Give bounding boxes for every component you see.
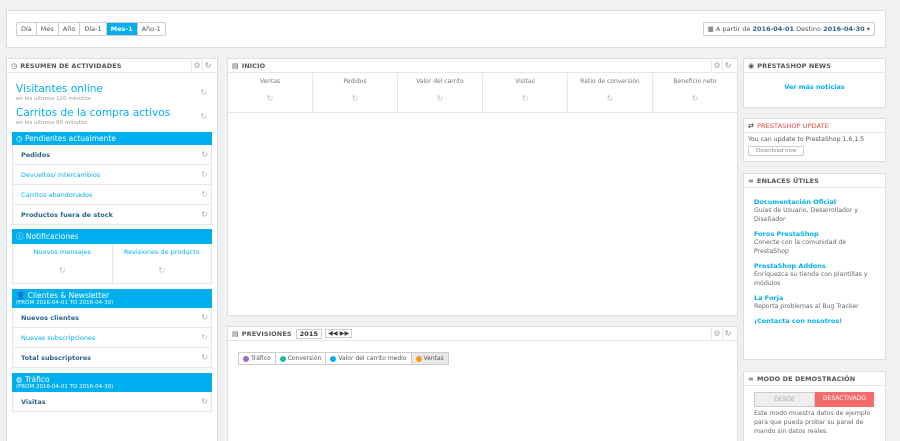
news-panel: ◉ PRESTASHOP NEWS Ver más noticias xyxy=(743,58,886,108)
range-prev-year-button[interactable]: Año-1 xyxy=(137,23,165,35)
traffic-list: Visitas ↻ xyxy=(12,392,212,412)
kpi-orders[interactable]: Pedidos ↻ xyxy=(313,73,398,112)
date-toolbar: Día Mes Año Día-1 Mes-1 Año-1 ▦ A partir… xyxy=(6,10,886,48)
clients-header: 👤 Clientes & Newsletter (FROM 2016-04-01… xyxy=(12,289,212,308)
pending-header: ◷ Pendientes actualmente xyxy=(12,132,212,145)
docs-link[interactable]: Documentación Oficial xyxy=(754,198,875,206)
visitors-title: Visitantes online xyxy=(16,83,103,95)
forecast-legend: Tráfico Conversión Valor del carrito med… xyxy=(238,352,449,365)
kpi-conversion[interactable]: Ratio de conversión ↻ xyxy=(568,73,653,112)
demo-mode-toggle[interactable]: DESDE DESACTIVADO xyxy=(754,392,874,407)
globe-icon: ◍ xyxy=(16,375,23,384)
config-gear-icon[interactable]: ⚙ xyxy=(191,60,202,71)
range-day-button[interactable]: Día xyxy=(17,23,37,35)
range-selector: Día Mes Año Día-1 Mes-1 Año-1 xyxy=(16,22,166,36)
traffic-header: ◍ Tráfico (FROM 2016-04-01 TO 2016-04-30… xyxy=(12,373,212,392)
notifications-header: ⓘ Notificaciones xyxy=(12,229,212,244)
product-reviews-link[interactable]: Revisiones de producto ↻ xyxy=(113,244,212,283)
list-item[interactable]: Visitas ↻ xyxy=(13,392,211,412)
year-nav-arrows[interactable]: ◀◀ ▶▶ xyxy=(325,329,353,338)
carts-title: Carritos de la compra activos xyxy=(16,107,171,119)
kpi-net-profit[interactable]: Beneficio neto ↻ xyxy=(653,73,737,112)
kpi-sales[interactable]: Ventas ↻ xyxy=(228,73,313,112)
date-range-picker[interactable]: ▦ A partir de 2016-04-01 Destino 2016-04… xyxy=(702,22,875,36)
links-panel: ∞ ENLACES ÚTILES Documentación Oficial Gu… xyxy=(743,173,886,360)
new-messages-link[interactable]: Nuevos mensajes ↻ xyxy=(13,244,113,283)
year-select[interactable]: 2015 xyxy=(295,328,323,339)
chart-icon: ▤ xyxy=(232,61,239,70)
inicio-panel: ▤ INICIO ⚙ ↻ Ventas ↻ Pedidos ↻ Valor del … xyxy=(227,58,738,316)
demo-off-option[interactable]: DESDE xyxy=(754,392,815,407)
forge-link[interactable]: La Forja xyxy=(754,294,875,302)
refresh-icon[interactable]: ↻ xyxy=(722,328,733,339)
refresh-icon: ⇄ xyxy=(748,121,754,130)
clock-icon: ◷ xyxy=(16,134,23,143)
user-icon: 👤 xyxy=(16,291,26,300)
pending-list: Pedidos ↻ Devueltos/ Intercambios ↻ Carrit… xyxy=(12,145,212,225)
more-news-link[interactable]: Ver más noticias xyxy=(784,83,845,91)
addons-link[interactable]: PrestaShop Addons xyxy=(754,262,875,270)
update-panel: ⇄ PRESTASHOP UPDATE You can update to Pre… xyxy=(743,118,886,162)
previsiones-panel: ▤ PREVISIONES 2015 ◀◀ ▶▶ ⚙ ↻ Tráfico Con… xyxy=(227,326,738,441)
range-prev-day-button[interactable]: Día-1 xyxy=(80,23,107,35)
kpi-visits[interactable]: Visitas ↻ xyxy=(483,73,568,112)
kpi-tabs: Ventas ↻ Pedidos ↻ Valor del carrito ↻ Visi… xyxy=(228,73,737,113)
notifications-grid: Nuevos mensajes ↻ Revisiones de producto ↻ xyxy=(12,244,212,284)
list-item[interactable]: Nuevos clientes ↻ xyxy=(13,308,211,328)
list-item[interactable]: Pedidos ↻ xyxy=(13,145,211,165)
refresh-icon[interactable]: ↻ xyxy=(202,60,213,71)
legend-traffic[interactable]: Tráfico xyxy=(239,353,276,364)
clients-list: Nuevos clientes ↻ Nuevas subscripciones ↻ … xyxy=(12,308,212,368)
forums-link[interactable]: Foros PrestaShop xyxy=(754,230,875,238)
config-gear-icon[interactable]: ⚙ xyxy=(711,60,722,71)
list-item[interactable]: Carritos abandonados ↻ xyxy=(13,185,211,205)
range-prev-month-button[interactable]: Mes-1 xyxy=(106,23,138,35)
list-item[interactable]: Nuevas subscripciones ↻ xyxy=(13,328,211,348)
list-item[interactable]: Productos fuera de stock ↻ xyxy=(13,205,211,225)
download-button[interactable]: Download now xyxy=(748,146,805,156)
info-icon: ⓘ xyxy=(16,232,24,241)
demo-panel: ∞ MODO DE DEMOSTRACIÓN DESDE DESACTIVADO … xyxy=(743,371,886,441)
calendar-icon: ▦ xyxy=(707,25,714,33)
range-year-button[interactable]: Año xyxy=(58,23,81,35)
contact-link[interactable]: ¡Contacta con nosotros! xyxy=(754,317,875,325)
refresh-icon: ↻ xyxy=(200,112,207,121)
legend-sales[interactable]: Ventas xyxy=(411,353,448,364)
link-icon: ∞ xyxy=(748,374,754,383)
legend-conversion[interactable]: Conversión xyxy=(276,353,327,364)
range-month-button[interactable]: Mes xyxy=(36,23,59,35)
refresh-icon[interactable]: ↻ xyxy=(722,60,733,71)
list-item[interactable]: Total subscriptores ↻ xyxy=(13,348,211,368)
legend-avg-cart[interactable]: Valor del carrito medio xyxy=(326,353,412,364)
chart-icon: ▤ xyxy=(232,329,239,338)
demo-disabled-option[interactable]: DESACTIVADO xyxy=(815,392,874,407)
activity-panel: ◷ RESUMEN DE ACTIVIDADES ⚙ ↻ Visitantes … xyxy=(6,58,218,441)
caret-down-icon: ▾ xyxy=(866,25,870,33)
list-item[interactable]: Devueltos/ Intercambios ↻ xyxy=(13,165,211,185)
rss-icon: ◉ xyxy=(748,61,755,70)
clock-icon: ◷ xyxy=(11,61,18,70)
link-icon: ∞ xyxy=(748,176,754,185)
kpi-cart-value[interactable]: Valor del carrito ↻ xyxy=(398,73,483,112)
refresh-icon: ↻ xyxy=(200,88,207,97)
config-gear-icon[interactable]: ⚙ xyxy=(711,328,722,339)
